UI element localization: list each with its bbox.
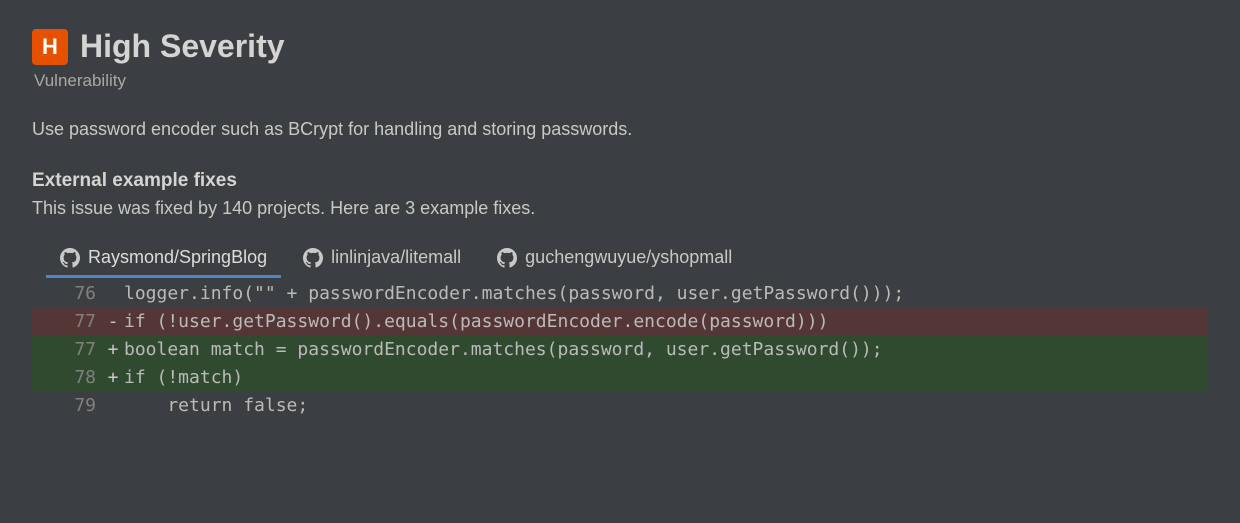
line-number: 78	[32, 364, 102, 392]
severity-title: High Severity	[80, 28, 285, 65]
github-icon	[303, 248, 323, 268]
tab-guchengwuyue-yshopmall[interactable]: guchengwuyue/yshopmall	[493, 241, 736, 276]
line-number: 77	[32, 336, 102, 364]
diff-sign	[102, 392, 124, 420]
diff-code: boolean match = passwordEncoder.matches(…	[124, 336, 1208, 364]
tab-linlinjava-litemall[interactable]: linlinjava/litemall	[299, 241, 465, 276]
tab-label: Raysmond/SpringBlog	[88, 247, 267, 268]
diff-code: logger.info("" + passwordEncoder.matches…	[124, 280, 1208, 308]
vulnerability-description: Use password encoder such as BCrypt for …	[32, 119, 1208, 140]
diff-line-added: 77 + boolean match = passwordEncoder.mat…	[32, 336, 1208, 364]
severity-header: H High Severity	[32, 28, 1208, 65]
diff-line-removed: 77 - if (!user.getPassword().equals(pass…	[32, 308, 1208, 336]
diff-viewer: 76 logger.info("" + passwordEncoder.matc…	[32, 276, 1208, 419]
github-icon	[60, 248, 80, 268]
tab-raysmond-springblog[interactable]: Raysmond/SpringBlog	[56, 241, 271, 276]
diff-code: return false;	[124, 392, 1208, 420]
diff-line: 79 return false;	[32, 392, 1208, 420]
tab-label: linlinjava/litemall	[331, 247, 461, 268]
diff-sign	[102, 280, 124, 308]
line-number: 79	[32, 392, 102, 420]
line-number: 77	[32, 308, 102, 336]
diff-sign: -	[102, 308, 124, 336]
diff-code: if (!match)	[124, 364, 1208, 392]
fix-tabs: Raysmond/SpringBlog linlinjava/litemall …	[32, 241, 1208, 276]
fixes-subheading: This issue was fixed by 140 projects. He…	[32, 198, 1208, 219]
github-icon	[497, 248, 517, 268]
severity-subtitle: Vulnerability	[34, 71, 1208, 91]
severity-badge: H	[32, 29, 68, 65]
line-number: 76	[32, 280, 102, 308]
diff-sign: +	[102, 364, 124, 392]
fixes-heading: External example fixes	[32, 170, 1208, 192]
diff-line: 76 logger.info("" + passwordEncoder.matc…	[32, 280, 1208, 308]
diff-sign: +	[102, 336, 124, 364]
diff-line-added: 78 + if (!match)	[32, 364, 1208, 392]
tab-label: guchengwuyue/yshopmall	[525, 247, 732, 268]
diff-code: if (!user.getPassword().equals(passwordE…	[124, 308, 1208, 336]
